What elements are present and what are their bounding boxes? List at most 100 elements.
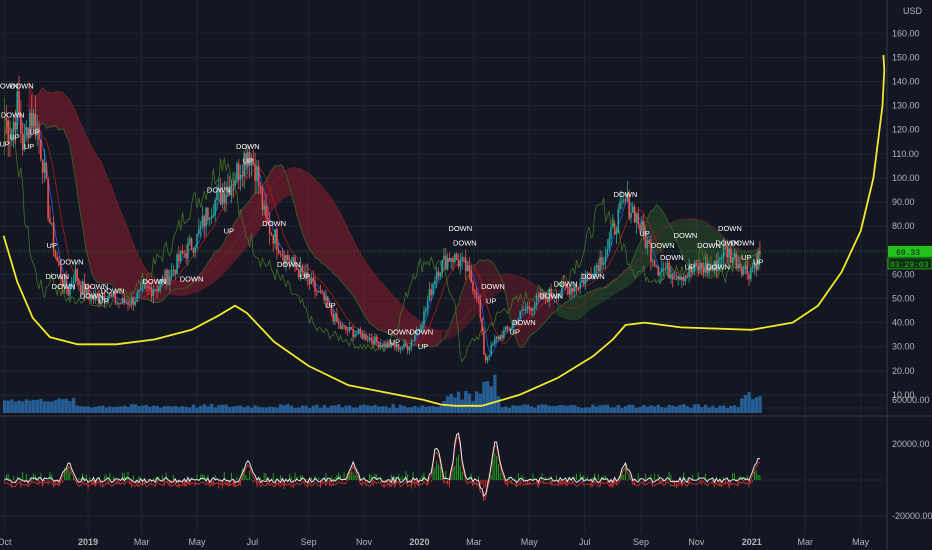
volume-bar (90, 407, 94, 413)
candle-down (624, 199, 627, 201)
volume-bar (707, 407, 711, 413)
candle-down (339, 324, 342, 329)
volume-bar (591, 404, 595, 413)
volume-bar (177, 406, 181, 413)
volume-bar (53, 400, 58, 413)
volume-bar (540, 404, 544, 413)
candle-down (316, 291, 318, 293)
chart-canvas: DOWNDOWNDOWNUPUPUPUPUPDOWNDOWNDOWNDOWNDO… (0, 0, 932, 550)
candle-down (568, 287, 571, 295)
candle-up (74, 269, 77, 281)
volume-bar (721, 405, 726, 413)
candle-up (412, 340, 414, 342)
candle-up (410, 341, 413, 348)
volume-bar (289, 405, 294, 413)
volume-bar (231, 406, 236, 413)
volume-bar (28, 400, 32, 413)
volume-bar (260, 407, 265, 413)
price-tick-label: 40.00 (892, 318, 915, 328)
volume-bar (478, 393, 483, 413)
time-tick-label: Sep (633, 537, 649, 547)
volume-bar (257, 406, 261, 413)
signal-label-up: UP (753, 258, 763, 267)
candle-up (274, 229, 276, 244)
volume-bar (6, 400, 10, 413)
volume-bar (64, 398, 69, 413)
candle-up (677, 276, 679, 279)
signal-label-down: DOWN (581, 272, 605, 281)
candle-down (370, 337, 373, 341)
candle-up (655, 266, 658, 268)
volume-bar (68, 401, 72, 413)
candle-up (486, 357, 489, 361)
signal-label-down: DOWN (101, 287, 125, 296)
candle-up (631, 206, 634, 213)
candle-up (617, 209, 620, 234)
candle-up (210, 215, 213, 219)
volume-bar (427, 406, 432, 413)
volume-bar (206, 406, 210, 413)
volume-bar (652, 406, 657, 413)
candle-up (533, 304, 536, 310)
candle-up (50, 222, 53, 224)
volume-bar (740, 398, 744, 413)
signal-label-up: UP (224, 226, 234, 235)
volume-bar (398, 404, 403, 413)
volume-bar (696, 404, 700, 413)
candle-up (363, 334, 365, 339)
volume-bar (729, 406, 733, 413)
candle-up (263, 205, 265, 210)
candle-down (633, 206, 636, 223)
candle-down (648, 240, 650, 244)
volume-bar (642, 404, 646, 413)
signal-label-down: DOWN (554, 279, 578, 288)
signal-label-down: DOWN (45, 272, 69, 281)
candle-up (236, 163, 238, 181)
volume-bar (500, 407, 504, 413)
candle-up (383, 343, 385, 348)
candle-up (428, 289, 431, 301)
candle-up (604, 255, 607, 263)
volume-bar (184, 406, 188, 413)
volume-bar (159, 407, 163, 413)
candle-down (530, 308, 532, 312)
volume-bar (162, 406, 167, 413)
candle-up (750, 268, 752, 280)
candle-down (523, 309, 525, 311)
candle-up (134, 301, 137, 305)
candle-down (337, 321, 340, 325)
candle-down (345, 325, 347, 330)
volume-bar (518, 405, 523, 413)
candle-up (152, 290, 155, 296)
candle-up (379, 344, 382, 348)
candle-down (343, 325, 345, 327)
candle-down (223, 193, 226, 204)
candle-up (635, 213, 638, 223)
candle-up (225, 194, 227, 204)
candle-down (484, 354, 487, 361)
volume-bar (496, 396, 501, 413)
signal-label-down: DOWN (651, 241, 675, 250)
volume-bar (671, 405, 675, 413)
candle-down (346, 329, 349, 331)
candle-up (742, 268, 745, 275)
candle-down (377, 341, 380, 348)
volume-bar (736, 406, 740, 413)
volume-bar (558, 404, 562, 413)
candle-down (336, 313, 338, 322)
candle-down (332, 313, 334, 322)
volume-bar (758, 396, 762, 413)
candle-up (139, 286, 142, 291)
volume-bar (660, 406, 664, 413)
candle-up (196, 233, 198, 248)
volume-bar (79, 406, 83, 413)
volume-bar (104, 407, 109, 413)
candle-up (731, 257, 734, 263)
candle-down (190, 238, 193, 250)
candle-down (664, 268, 667, 270)
volume-bar (93, 406, 98, 413)
volume-bar (271, 407, 276, 413)
volume-bar (57, 398, 61, 413)
volume-bar (119, 406, 123, 413)
candle-up (524, 308, 527, 311)
